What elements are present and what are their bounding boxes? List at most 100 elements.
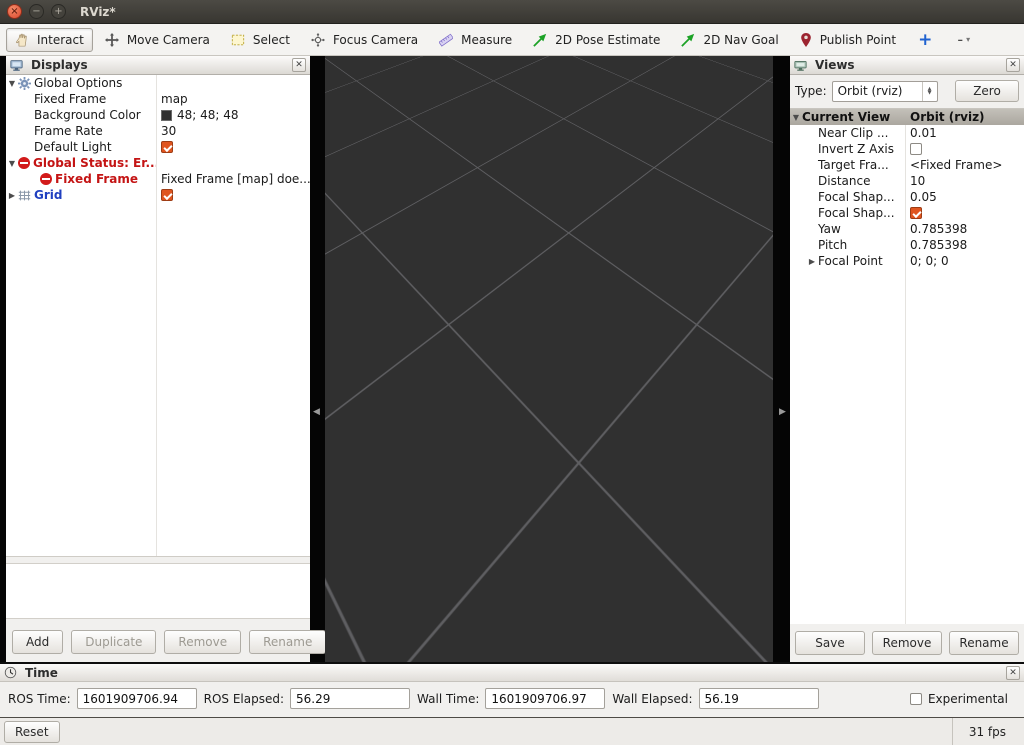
window-close-button[interactable]: ×	[7, 4, 22, 19]
views-panel-header[interactable]: Views ✕	[790, 56, 1024, 75]
window-minimize-button[interactable]: −	[29, 4, 44, 19]
wall-time-input[interactable]	[485, 688, 606, 709]
close-icon[interactable]: ✕	[1006, 665, 1020, 680]
tree-row-near-clip[interactable]: Near Clip ... 0.01	[790, 125, 1024, 141]
tool-select[interactable]: Select	[222, 28, 299, 52]
tool-move-camera[interactable]: Move Camera	[96, 28, 219, 52]
checkbox-checked[interactable]	[161, 141, 173, 153]
add-tool-button[interactable]: +	[908, 30, 942, 50]
row-value[interactable]: 0.05	[910, 190, 937, 204]
time-panel: Time ✕ ROS Time: ROS Elapsed: Wall Time:…	[0, 662, 1024, 717]
window-maximize-button[interactable]: +	[51, 4, 66, 19]
move-icon	[104, 32, 119, 47]
expander-closed-icon[interactable]: ▶	[806, 257, 818, 266]
displays-panel-header[interactable]: Displays ✕	[6, 56, 310, 75]
pose-arrow-icon	[533, 33, 547, 47]
viewport-perspective	[325, 56, 773, 662]
color-swatch[interactable]	[161, 109, 172, 121]
tree-row-focal-shape-fixed[interactable]: Focal Shap...	[790, 205, 1024, 221]
reset-button[interactable]: Reset	[4, 720, 60, 743]
row-value[interactable]: map	[161, 92, 188, 106]
display-description-area	[6, 563, 310, 619]
tree-row-focal-shape-size[interactable]: Focal Shap... 0.05	[790, 189, 1024, 205]
tree-row-pitch[interactable]: Pitch 0.785398	[790, 237, 1024, 253]
tool-interact[interactable]: Interact	[6, 27, 93, 52]
tree-row-fixed-frame[interactable]: Fixed Frame map	[6, 91, 310, 107]
collapse-right-dock-icon[interactable]: ▶	[779, 408, 786, 417]
wall-elapsed-input[interactable]	[698, 688, 819, 709]
gear-icon	[18, 76, 31, 90]
views-panel: Views ✕ Type: Orbit (rviz) ▲ ▼ Zero ▼ Cur…	[790, 56, 1024, 662]
row-value[interactable]: <Fixed Frame>	[910, 158, 1002, 172]
row-value[interactable]: 30	[161, 124, 176, 138]
displays-panel: Displays ✕ ▼ Global Options Fixed Frame …	[6, 56, 327, 662]
tool-2d-nav-goal[interactable]: 2D Nav Goal	[672, 28, 787, 52]
experimental-toggle[interactable]: Experimental	[909, 692, 1016, 706]
tool-label: Measure	[461, 32, 513, 47]
tool-label: Move Camera	[126, 32, 210, 47]
checkbox-unchecked[interactable]	[909, 692, 922, 705]
expander-closed-icon[interactable]: ▶	[6, 191, 18, 200]
tree-row-yaw[interactable]: Yaw 0.785398	[790, 221, 1024, 237]
spinner-arrows-icon[interactable]: ▲ ▼	[921, 81, 937, 101]
ros-elapsed-input[interactable]	[290, 688, 411, 709]
expander-open-icon[interactable]: ▼	[6, 159, 18, 168]
remove-view-button[interactable]: Remove	[872, 631, 942, 655]
duplicate-display-button[interactable]: Duplicate	[71, 630, 157, 654]
clock-icon	[4, 666, 17, 679]
tree-row-current-view[interactable]: ▼ Current View Orbit (rviz)	[790, 109, 1024, 125]
wall-time-label: Wall Time:	[417, 691, 480, 706]
tool-publish-point[interactable]: Publish Point	[791, 28, 905, 52]
tool-measure[interactable]: Measure	[430, 28, 521, 52]
rename-view-button[interactable]: Rename	[949, 631, 1019, 655]
row-value[interactable]: 0; 0; 0	[910, 254, 949, 268]
tree-row-background-color[interactable]: Background Color 48; 48; 48	[6, 107, 310, 123]
tree-row-global-status[interactable]: ▼ Global Status: Er...	[6, 155, 310, 171]
tree-row-target-frame[interactable]: Target Fra... <Fixed Frame>	[790, 157, 1024, 173]
tool-focus-camera[interactable]: Focus Camera	[302, 28, 427, 52]
ros-time-label: ROS Time:	[8, 691, 71, 706]
tree-row-fixed-frame-error[interactable]: Fixed Frame Fixed Frame [map] doe...	[6, 171, 310, 187]
tree-row-global-options[interactable]: ▼ Global Options	[6, 75, 310, 91]
tool-2d-pose-estimate[interactable]: 2D Pose Estimate	[524, 28, 669, 52]
ros-time-input[interactable]	[76, 688, 197, 709]
remove-tool-button[interactable]: - ▾	[945, 30, 974, 49]
close-icon[interactable]: ✕	[1006, 58, 1020, 72]
views-icon	[794, 59, 807, 72]
row-value: Fixed Frame [map] doe...	[161, 172, 310, 186]
row-value[interactable]: 0.785398	[910, 238, 967, 252]
row-value[interactable]: 0.785398	[910, 222, 967, 236]
tree-row-distance[interactable]: Distance 10	[790, 173, 1024, 189]
main-area: Displays ✕ ▼ Global Options Fixed Frame …	[0, 56, 1024, 662]
tool-label: 2D Nav Goal	[703, 32, 779, 47]
checkbox-unchecked[interactable]	[910, 143, 922, 155]
tree-row-focal-point[interactable]: ▶ Focal Point 0; 0; 0	[790, 253, 1024, 269]
tree-row-invert-z[interactable]: Invert Z Axis	[790, 141, 1024, 157]
time-panel-header[interactable]: Time ✕	[0, 664, 1024, 682]
expander-open-icon[interactable]: ▼	[790, 113, 802, 122]
tree-row-default-light[interactable]: Default Light	[6, 139, 310, 155]
row-value[interactable]: 10	[910, 174, 925, 188]
collapse-left-dock-icon[interactable]: ◀	[313, 408, 320, 417]
render-viewport[interactable]	[325, 56, 773, 662]
rename-display-button[interactable]: Rename	[249, 630, 327, 654]
chevron-down-icon: ▾	[966, 35, 971, 44]
displays-buttons: Add Duplicate Remove Rename	[6, 622, 327, 662]
close-icon[interactable]: ✕	[292, 58, 306, 72]
row-value: Orbit (rviz)	[910, 110, 985, 124]
tree-row-frame-rate[interactable]: Frame Rate 30	[6, 123, 310, 139]
save-view-button[interactable]: Save	[795, 631, 865, 655]
grid-icon	[18, 189, 31, 202]
wall-elapsed-label: Wall Elapsed:	[612, 691, 693, 706]
checkbox-checked[interactable]	[161, 189, 173, 201]
expander-open-icon[interactable]: ▼	[6, 79, 18, 88]
view-type-combobox[interactable]: Orbit (rviz) ▲ ▼	[831, 80, 938, 102]
nav-arrow-icon	[681, 33, 695, 47]
tree-row-grid[interactable]: ▶ Grid	[6, 187, 310, 203]
zero-button[interactable]: Zero	[955, 80, 1019, 102]
add-display-button[interactable]: Add	[12, 630, 64, 654]
remove-display-button[interactable]: Remove	[164, 630, 242, 654]
row-value[interactable]: 0.01	[910, 126, 937, 140]
checkbox-checked[interactable]	[910, 207, 922, 219]
row-value[interactable]: 48; 48; 48	[177, 108, 239, 122]
